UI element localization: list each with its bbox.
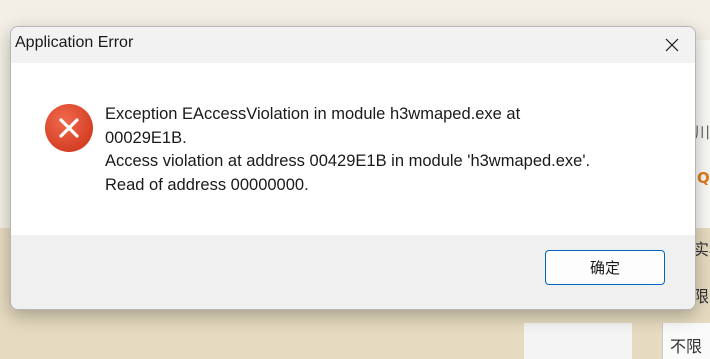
error-message: Exception EAccessViolation in module h3w… [105, 103, 675, 197]
close-icon [665, 38, 679, 52]
dialog-content: Exception EAccessViolation in module h3w… [11, 63, 695, 235]
error-dialog: Application Error Exception EAccessViola… [10, 26, 696, 310]
close-button[interactable] [649, 27, 695, 63]
background-cell [524, 323, 632, 359]
background-text-fragment: 川 [694, 123, 710, 142]
ok-button[interactable]: 确定 [545, 250, 665, 285]
error-message-line: 00029E1B. [105, 128, 187, 147]
error-message-line: Read of address 00000000. [105, 175, 309, 194]
dialog-title: Application Error [15, 34, 134, 51]
error-message-line: Exception EAccessViolation in module h3w… [105, 105, 521, 123]
background-text-fragment: 不限 [670, 337, 703, 356]
background-text-fragment: Q [697, 169, 710, 187]
dialog-footer: 确定 [11, 235, 695, 309]
error-x-icon [45, 104, 93, 152]
error-message-line: Access violation at address 00429E1B in … [105, 152, 591, 170]
dialog-title-bar[interactable]: Application Error [11, 27, 695, 63]
